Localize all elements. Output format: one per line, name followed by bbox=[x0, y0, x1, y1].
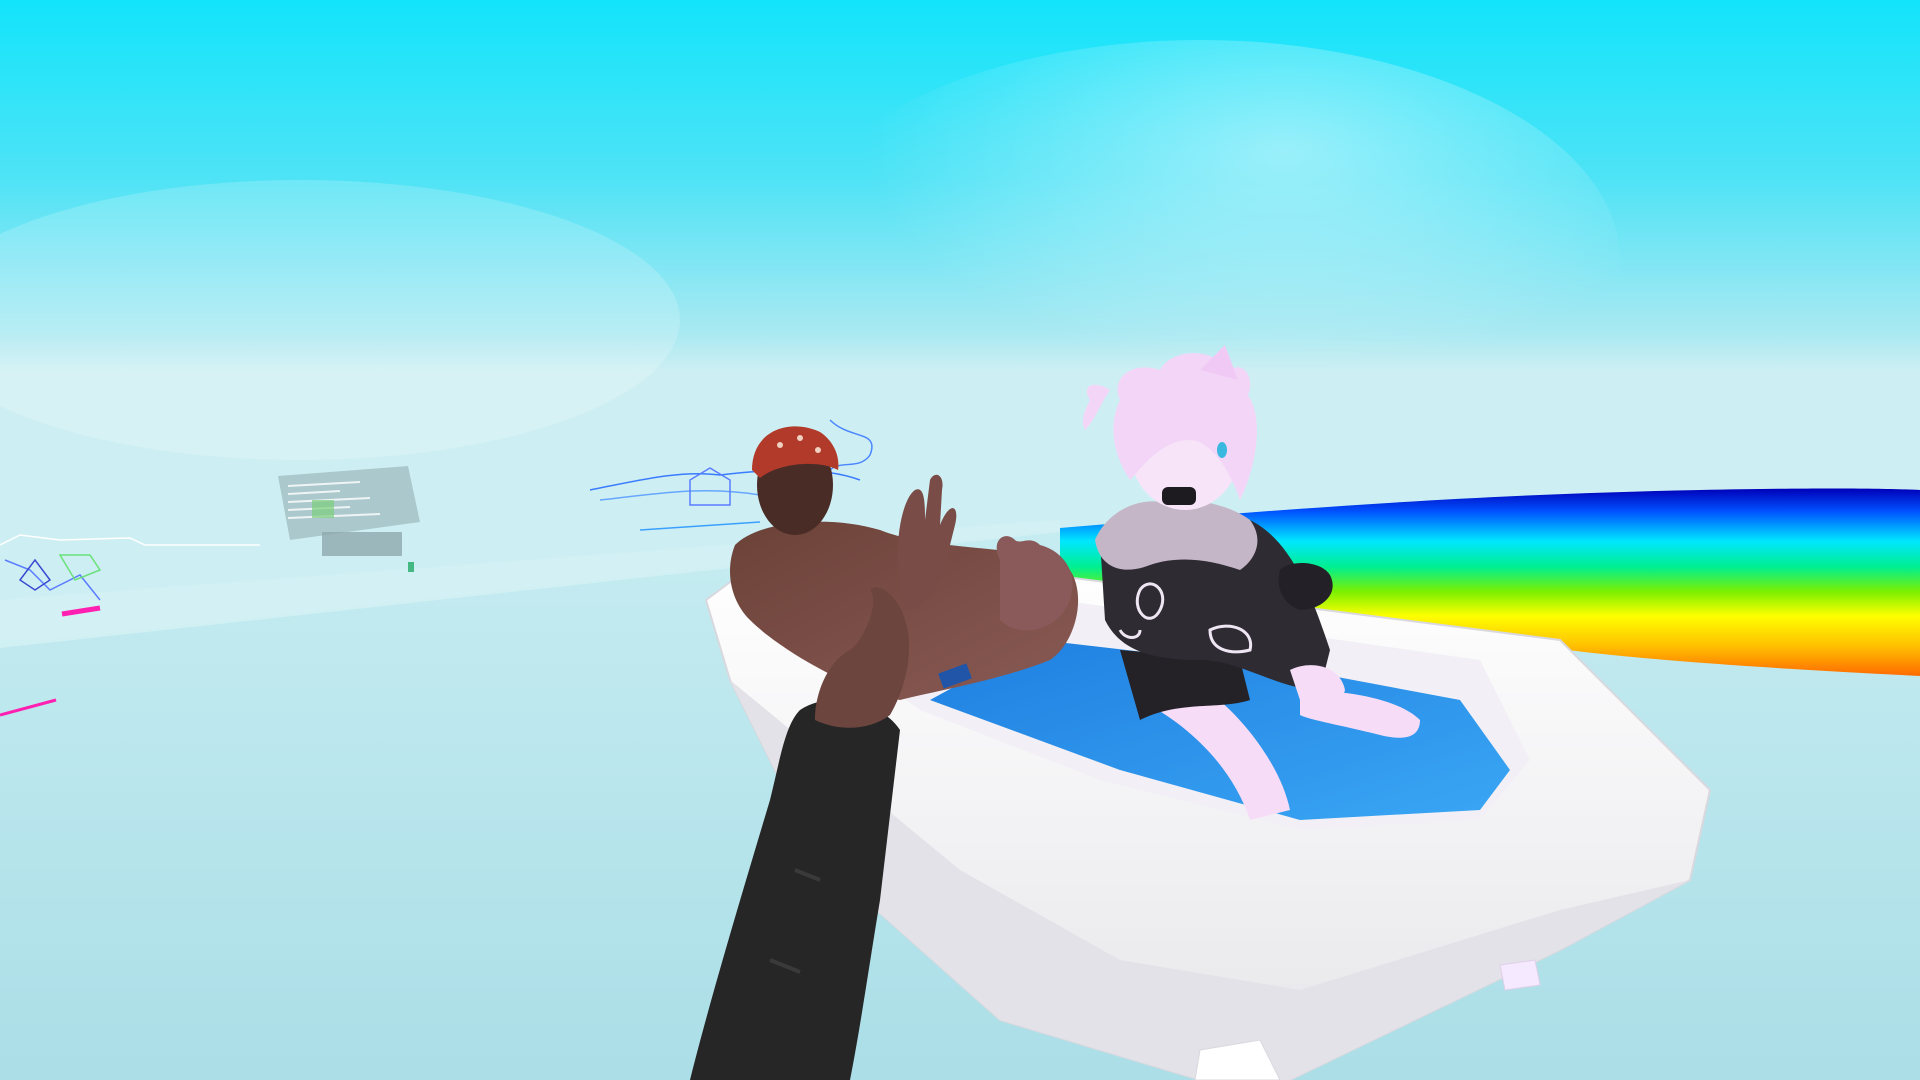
tub-foot-right bbox=[1499, 959, 1541, 991]
vr-world-view[interactable] bbox=[0, 0, 1920, 1080]
scene-canvas bbox=[0, 0, 1920, 1080]
catgirl-eye bbox=[1217, 442, 1227, 458]
distant-marker bbox=[408, 562, 414, 572]
